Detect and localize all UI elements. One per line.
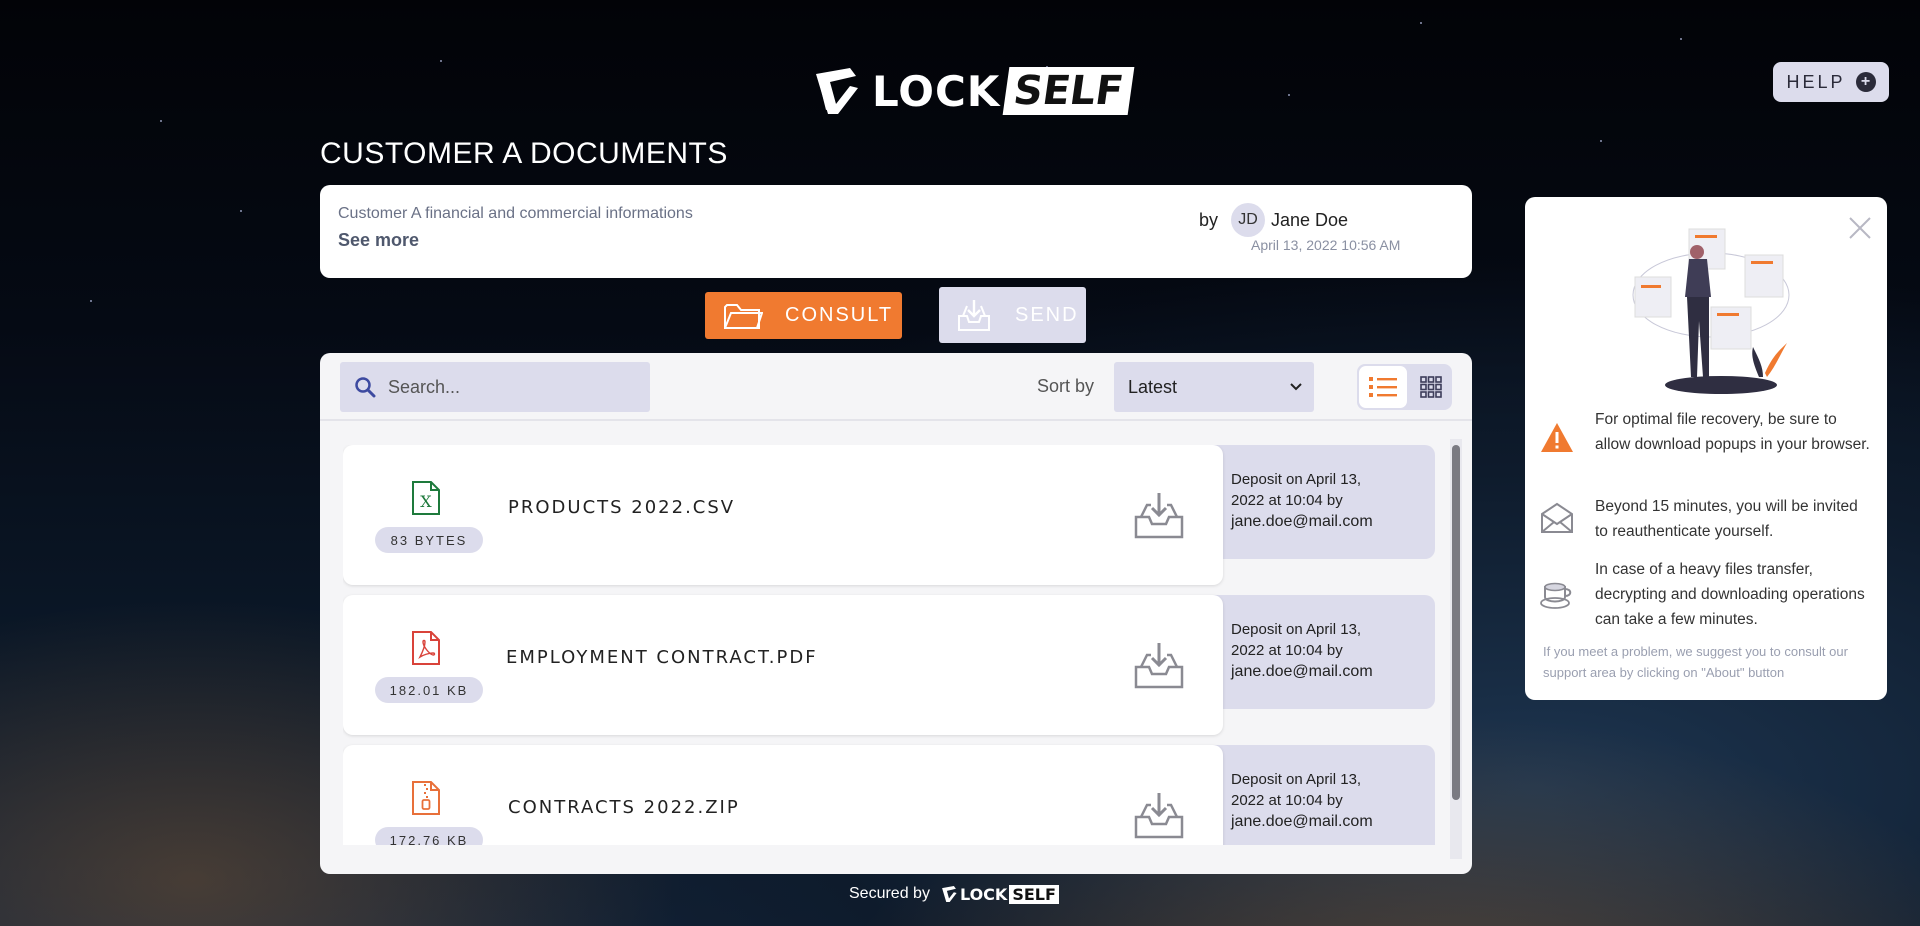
coffee-cup-icon [1540, 582, 1572, 609]
grid-view-button[interactable] [1413, 366, 1449, 408]
files-toolbar: Sort by Latest [320, 353, 1472, 421]
deposit-info: Deposit on April 13, 2022 at 10:04 by ja… [1231, 619, 1431, 682]
consult-label: CONSULT [785, 304, 894, 326]
file-size-badge: 182.01 KB [375, 677, 483, 703]
by-label: by [1199, 210, 1219, 230]
folder-icon [724, 303, 763, 329]
inbox-upload-icon [958, 300, 990, 331]
scrollbar-thumb[interactable] [1452, 445, 1460, 800]
shield-logo-icon [942, 886, 957, 902]
download-icon[interactable] [1133, 791, 1185, 839]
deposit-line: 2022 at 10:04 by [1231, 642, 1343, 659]
space-date: April 13, 2022 10:56 AM [1251, 237, 1401, 253]
list-item: Deposit on April 13, 2022 at 10:04 by ja… [343, 595, 1435, 735]
depositor-email: jane.doe@mail.com [1231, 663, 1373, 680]
file-size-badge: 83 BYTES [375, 527, 483, 553]
logo-self-text: SELF [1002, 67, 1135, 115]
file-name: EMPLOYMENT CONTRACT.PDF [506, 647, 818, 668]
file-size-badge: 172.76 KB [375, 827, 483, 845]
file-name: PRODUCTS 2022.CSV [508, 497, 736, 518]
sort-label: Sort by [1037, 376, 1095, 396]
deposit-line: 2022 at 10:04 by [1231, 492, 1343, 509]
deposit-line: 2022 at 10:04 by [1231, 792, 1343, 809]
file-card[interactable]: 172.76 KB CONTRACTS 2022.ZIP [343, 745, 1223, 845]
download-icon[interactable] [1133, 641, 1185, 689]
footer-logo-lock: LOCK [959, 884, 1008, 904]
zip-file-icon [412, 781, 440, 815]
file-list: Deposit on April 13, 2022 at 10:04 by ja… [343, 445, 1435, 845]
space-info-card: Customer A financial and commercial info… [320, 185, 1472, 278]
list-icon [1369, 377, 1397, 397]
list-view-button[interactable] [1359, 366, 1407, 408]
lockself-logo: LOCK SELF [810, 64, 1135, 118]
support-note: If you meet a problem, we suggest you to… [1543, 644, 1848, 680]
close-icon[interactable] [1847, 215, 1873, 241]
envelope-icon [1541, 502, 1573, 533]
search-box[interactable] [340, 362, 650, 412]
see-more-link[interactable]: See more [338, 230, 419, 251]
deposit-info: Deposit on April 13, 2022 at 10:04 by ja… [1231, 469, 1431, 532]
tip-text: Beyond 15 minutes, you will be invited t… [1595, 498, 1858, 540]
view-toggle [1357, 364, 1452, 410]
plus-circle-icon: + [1855, 72, 1876, 92]
warning-icon [1541, 423, 1573, 452]
file-card[interactable]: X 83 BYTES PRODUCTS 2022.CSV [343, 445, 1223, 585]
help-label: HELP [1786, 71, 1846, 92]
files-panel: Sort by Latest [320, 353, 1472, 874]
sort-value: Latest [1128, 376, 1178, 397]
footer-logo: LOCK SELF [940, 884, 1059, 904]
send-label: SEND [1015, 303, 1079, 326]
search-input[interactable] [388, 376, 608, 398]
page-title: CUSTOMER A DOCUMENTS [320, 137, 728, 170]
owner-name: Jane Doe [1271, 210, 1349, 230]
chevron-down-icon [1290, 383, 1302, 391]
footer: Secured by LOCK SELF [849, 884, 1059, 904]
excel-file-icon: X [412, 481, 440, 515]
list-item: Deposit on April 13, 2022 at 10:04 by ja… [343, 745, 1435, 845]
grid-icon [1420, 376, 1442, 398]
footer-logo-self: SELF [1009, 884, 1059, 904]
tips-panel: For optimal file recovery, be sure to al… [1525, 197, 1887, 700]
shield-logo-icon [816, 68, 858, 114]
svg-text:X: X [420, 492, 432, 511]
sort-select[interactable]: Latest [1114, 362, 1314, 412]
tip-text: In case of a heavy files transfer, decry… [1595, 561, 1865, 628]
deposit-line: Deposit on April 13, [1231, 471, 1362, 488]
search-icon [355, 377, 376, 398]
send-button[interactable]: SEND [939, 287, 1086, 343]
file-list-scrollbar[interactable] [1450, 439, 1462, 859]
depositor-email: jane.doe@mail.com [1231, 513, 1373, 530]
depositor-email: jane.doe@mail.com [1231, 813, 1373, 830]
pdf-file-icon [412, 631, 440, 665]
file-card[interactable]: 182.01 KB EMPLOYMENT CONTRACT.PDF [343, 595, 1223, 735]
tip-text: For optimal file recovery, be sure to al… [1595, 411, 1870, 453]
consult-button[interactable]: CONSULT [705, 292, 902, 339]
deposit-line: Deposit on April 13, [1231, 621, 1362, 638]
deposit-info: Deposit on April 13, 2022 at 10:04 by ja… [1231, 769, 1431, 832]
list-item: Deposit on April 13, 2022 at 10:04 by ja… [343, 445, 1435, 585]
download-icon[interactable] [1133, 491, 1185, 539]
secured-by-label: Secured by [849, 885, 930, 902]
avatar: JD [1231, 203, 1265, 237]
file-name: CONTRACTS 2022.ZIP [508, 797, 740, 818]
help-button[interactable]: HELP + [1773, 62, 1889, 102]
logo-lock-text: LOCK [872, 66, 1001, 116]
documents-illustration [1632, 228, 1790, 394]
space-description: Customer A financial and commercial info… [338, 205, 693, 222]
deposit-line: Deposit on April 13, [1231, 771, 1362, 788]
